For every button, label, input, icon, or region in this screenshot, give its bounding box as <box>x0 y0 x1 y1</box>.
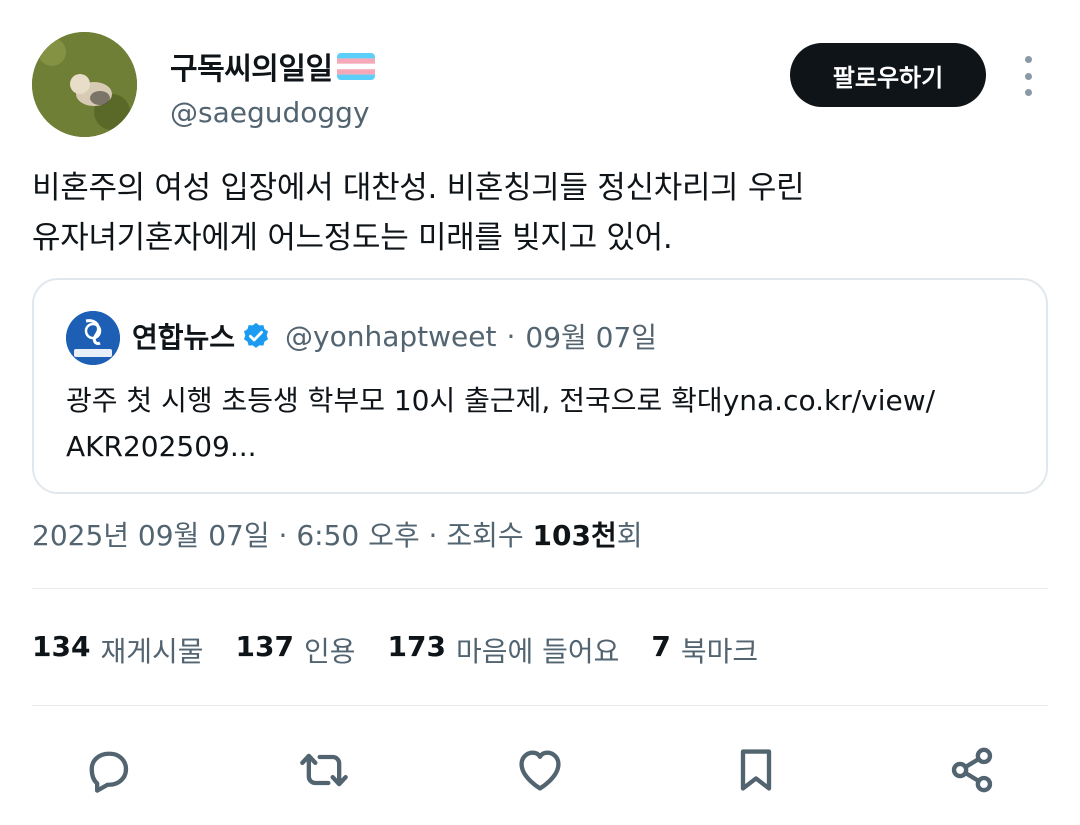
divider <box>32 588 1048 589</box>
stat-label: 재게시물 <box>100 635 204 668</box>
tweet-text-line: 유자녀기혼자에게 어느정도는 미래를 빚지고 있어. <box>32 220 673 256</box>
stat-label: 인용 <box>303 635 356 668</box>
stat-value: 134 <box>32 630 91 663</box>
quote-text-line: AKR202509... <box>66 430 257 463</box>
timestamp-separator: · <box>278 519 288 552</box>
yonhap-logo-icon <box>66 311 120 365</box>
bookmark-icon <box>740 749 772 791</box>
stat-likes[interactable]: 173 마음에 들어요 <box>387 630 619 670</box>
tweet-timestamp: 2025년 09월 07일 · 6:50 오후 · 조회수 103천회 <box>32 514 643 554</box>
stat-quotes[interactable]: 137 인용 <box>236 630 356 670</box>
stat-reposts[interactable]: 134 재게시물 <box>32 630 204 670</box>
display-name-text[interactable]: 구독씨의일일 <box>170 44 333 88</box>
share-icon <box>951 747 993 793</box>
stat-value: 173 <box>387 630 446 663</box>
tweet-text-line: 비혼주의 여성 입장에서 대찬성. 비혼칭긔들 정신차리긔 우린 <box>32 170 805 206</box>
follow-button[interactable]: 팔로우하기 <box>790 43 986 107</box>
engagement-stats: 134 재게시물 137 인용 173 마음에 들어요 7 북마크 <box>32 630 790 670</box>
retweet-button[interactable] <box>294 740 354 800</box>
heart-icon <box>519 750 561 791</box>
tweet-header: 구독씨의일일 @saegudoggy 팔로우하기 <box>32 32 1048 140</box>
stat-value: 137 <box>235 630 294 663</box>
stat-value: 7 <box>651 630 671 663</box>
share-button[interactable] <box>942 740 1002 800</box>
views-unit: 회 <box>616 519 643 552</box>
views-label: 조회수 <box>446 519 524 552</box>
stat-label: 북마크 <box>680 635 759 668</box>
transgender-flag-icon <box>336 52 375 80</box>
timestamp-separator: · <box>428 519 438 552</box>
views-count: 103천 <box>532 519 617 552</box>
quoted-tweet-card[interactable]: 연합뉴스 @yonhaptweet · 09월 07일 광주 첫 시행 초등생 … <box>32 278 1048 494</box>
quote-author-handle[interactable]: @yonhaptweet <box>285 320 496 353</box>
author-avatar[interactable] <box>32 32 137 137</box>
timestamp-date[interactable]: 2025년 09월 07일 <box>32 519 270 552</box>
quote-separator: · <box>506 319 516 353</box>
stat-bookmarks[interactable]: 7 북마크 <box>651 630 758 670</box>
author-display-name[interactable]: 구독씨의일일 <box>170 44 375 88</box>
quote-text: 광주 첫 시행 초등생 학부모 10시 출근제, 전국으로 확대yna.co.k… <box>66 378 1026 470</box>
action-bar <box>0 740 1080 800</box>
quote-text-line: 광주 첫 시행 초등생 학부모 10시 출근제, 전국으로 확대yna.co.k… <box>66 384 936 417</box>
bookmark-button[interactable] <box>726 740 786 800</box>
quote-date[interactable]: 09월 07일 <box>525 316 657 356</box>
verified-badge-icon <box>244 322 269 348</box>
like-button[interactable] <box>510 740 570 800</box>
dog-photo <box>32 32 137 137</box>
stat-label: 마음에 들어요 <box>455 635 620 668</box>
tweet-text: 비혼주의 여성 입장에서 대찬성. 비혼칭긔들 정신차리긔 우린 유자녀기혼자에… <box>32 163 1032 263</box>
author-handle[interactable]: @saegudoggy <box>170 96 375 129</box>
quote-avatar[interactable] <box>66 311 120 365</box>
divider <box>32 705 1048 706</box>
quote-author-name[interactable]: 연합뉴스 <box>132 316 235 356</box>
reply-button[interactable] <box>78 740 138 800</box>
reply-icon <box>89 751 129 793</box>
more-options-icon[interactable] <box>1016 56 1040 96</box>
timestamp-time[interactable]: 6:50 오후 <box>296 519 419 552</box>
retweet-icon <box>300 753 348 787</box>
